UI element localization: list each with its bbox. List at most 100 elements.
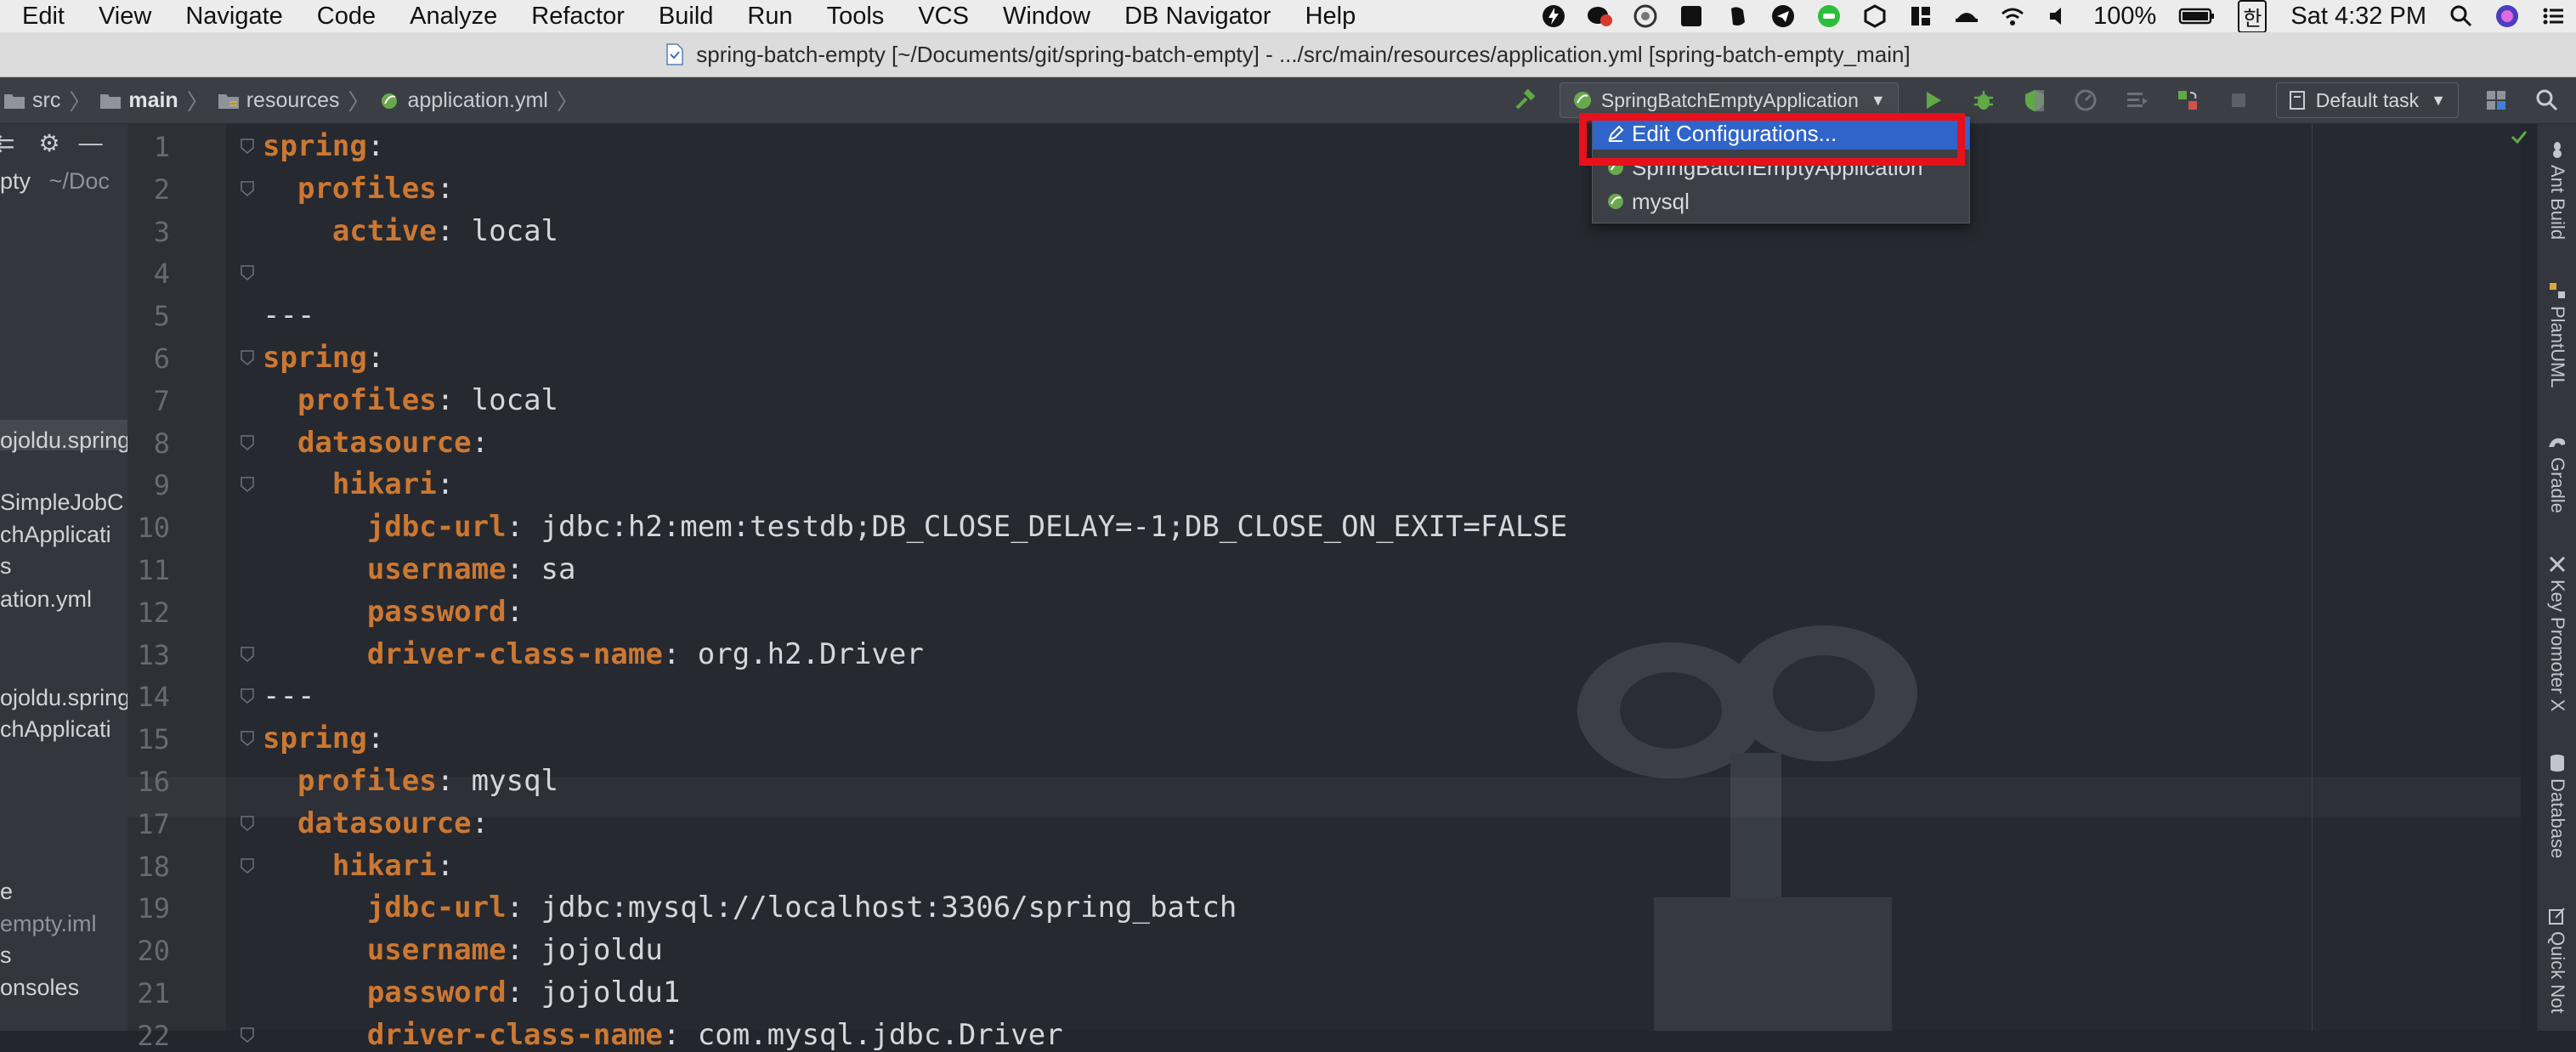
coverage-icon[interactable]: [2018, 83, 2052, 117]
build-hammer-icon[interactable]: [1509, 83, 1543, 117]
tree-item[interactable]: chApplicati: [0, 716, 111, 743]
task-selector[interactable]: Default task ▼: [2275, 82, 2459, 118]
debug-icon[interactable]: [1967, 83, 2001, 117]
code-line[interactable]: driver-class-name: com.mysql.jdbc.Driver: [263, 1018, 1063, 1052]
code-line[interactable]: hikari:: [263, 849, 454, 883]
input-method-indicator[interactable]: 한: [2238, 0, 2267, 33]
run-tasks-icon[interactable]: [2120, 83, 2154, 117]
tab-plantuml[interactable]: PlantUML: [2538, 280, 2576, 388]
volume-icon[interactable]: [2046, 3, 2071, 29]
menu-window[interactable]: Window: [986, 3, 1107, 31]
tab-gradle[interactable]: Gradle: [2538, 432, 2576, 513]
code-line[interactable]: active: local: [263, 214, 558, 248]
code-line[interactable]: datasource:: [263, 426, 489, 460]
menu-analyze[interactable]: Analyze: [393, 3, 514, 31]
menu-refactor[interactable]: Refactor: [514, 3, 642, 31]
tab-quick-notes[interactable]: Quick Not: [2538, 906, 2576, 1014]
menu-db-navigator[interactable]: DB Navigator: [1107, 3, 1288, 31]
fold-marker-icon[interactable]: [240, 687, 255, 704]
tree-item[interactable]: ojoldu.spring: [0, 685, 127, 711]
code-line[interactable]: password:: [263, 595, 524, 629]
line-app-icon[interactable]: [1816, 3, 1842, 29]
code-line[interactable]: driver-class-name: org.h2.Driver: [263, 637, 924, 671]
code-line[interactable]: spring:: [263, 341, 384, 375]
fold-marker-icon[interactable]: [240, 476, 255, 493]
fold-marker-icon[interactable]: [240, 815, 255, 832]
menu-navigate[interactable]: Navigate: [168, 3, 299, 31]
tree-item[interactable]: s: [0, 553, 12, 580]
siri-icon[interactable]: [2494, 3, 2520, 29]
fold-marker-icon[interactable]: [240, 264, 255, 281]
notification-center-icon[interactable]: [2540, 3, 2566, 29]
fold-marker-icon[interactable]: [240, 1027, 255, 1044]
tree-item[interactable]: ojoldu.spring: [0, 427, 127, 454]
tab-key-promoter-x[interactable]: Key Promoter X: [2538, 554, 2576, 711]
tree-item[interactable]: chApplicati: [0, 522, 111, 548]
evernote-icon[interactable]: [1724, 3, 1750, 29]
run-config-mysql-item[interactable]: mysql: [1593, 185, 1969, 218]
window-layout-icon[interactable]: [1908, 3, 1933, 29]
fold-marker-icon[interactable]: [240, 857, 255, 874]
menu-build[interactable]: Build: [642, 3, 731, 31]
breadcrumb-src[interactable]: src: [3, 88, 60, 113]
menu-run[interactable]: Run: [730, 3, 809, 31]
code-line[interactable]: profiles: local: [263, 383, 558, 417]
code-line[interactable]: password: jojoldu1: [263, 976, 680, 1010]
code-line[interactable]: ---: [263, 298, 314, 332]
monitor-icon[interactable]: [1633, 3, 1658, 29]
code-line[interactable]: profiles:: [263, 172, 454, 206]
wifi-icon[interactable]: [2000, 3, 2025, 29]
tab-ant-build[interactable]: Ant Build: [2538, 139, 2576, 240]
profile-icon[interactable]: [2069, 83, 2103, 117]
search-icon[interactable]: [2530, 83, 2564, 117]
project-root-item[interactable]: pty ~/Doc: [0, 168, 110, 195]
code-line[interactable]: profiles: mysql: [263, 764, 558, 798]
code-line[interactable]: username: jojoldu: [263, 933, 663, 967]
fold-marker-icon[interactable]: [240, 434, 255, 451]
tree-item[interactable]: onsoles: [0, 975, 79, 1001]
code-line[interactable]: spring:: [263, 721, 384, 755]
project-structure-icon[interactable]: [2479, 83, 2513, 117]
menu-view[interactable]: View: [82, 3, 168, 31]
tab-database[interactable]: Database: [2538, 753, 2576, 858]
badge-count-icon[interactable]: [1679, 3, 1704, 29]
code-line[interactable]: hikari:: [263, 467, 454, 501]
rerun-icon[interactable]: [2171, 83, 2205, 117]
code-line[interactable]: spring:: [263, 129, 384, 163]
code-line[interactable]: jdbc-url: jdbc:h2:mem:testdb;DB_CLOSE_DE…: [263, 510, 1567, 544]
tree-item[interactable]: empty.iml: [0, 911, 97, 937]
spotlight-search-icon[interactable]: [2449, 3, 2474, 29]
code-line[interactable]: datasource:: [263, 806, 489, 840]
code-line[interactable]: jdbc-url: jdbc:mysql://localhost:3306/sp…: [263, 891, 1237, 925]
stop-icon[interactable]: [2222, 83, 2256, 117]
menu-help[interactable]: Help: [1288, 3, 1373, 31]
fold-marker-icon[interactable]: [240, 138, 255, 155]
run-icon[interactable]: [1916, 83, 1950, 117]
tree-item[interactable]: ation.yml: [0, 586, 92, 613]
tree-item[interactable]: s: [0, 942, 12, 969]
breadcrumb-main[interactable]: main: [99, 88, 178, 113]
menu-tools[interactable]: Tools: [810, 3, 902, 31]
code-line[interactable]: ---: [263, 679, 314, 713]
tree-item[interactable]: e: [0, 879, 13, 905]
clock[interactable]: Sat 4:32 PM: [2290, 3, 2426, 31]
telegram-icon[interactable]: [1770, 3, 1796, 29]
lightning-icon[interactable]: [1541, 3, 1566, 29]
menu-edit[interactable]: Edit: [5, 3, 82, 31]
minimize-icon[interactable]: —: [79, 129, 103, 156]
code-line[interactable]: username: sa: [263, 552, 576, 586]
fold-marker-icon[interactable]: [240, 730, 255, 747]
box-icon[interactable]: [1862, 3, 1888, 29]
collapse-all-icon[interactable]: ⇇: [0, 129, 14, 157]
breadcrumb-application-yml[interactable]: application.yml: [379, 88, 548, 113]
menu-code[interactable]: Code: [300, 3, 393, 31]
fold-marker-icon[interactable]: [240, 646, 255, 663]
incognito-icon[interactable]: [1954, 3, 1979, 29]
breadcrumb-resources[interactable]: resources: [218, 88, 339, 113]
chat-notification-icon[interactable]: [1587, 3, 1613, 29]
inspection-ok-icon[interactable]: [2510, 127, 2528, 146]
battery-icon[interactable]: [2178, 3, 2216, 29]
fold-marker-icon[interactable]: [240, 180, 255, 197]
menu-vcs[interactable]: VCS: [901, 3, 986, 31]
fold-marker-icon[interactable]: [240, 349, 255, 366]
